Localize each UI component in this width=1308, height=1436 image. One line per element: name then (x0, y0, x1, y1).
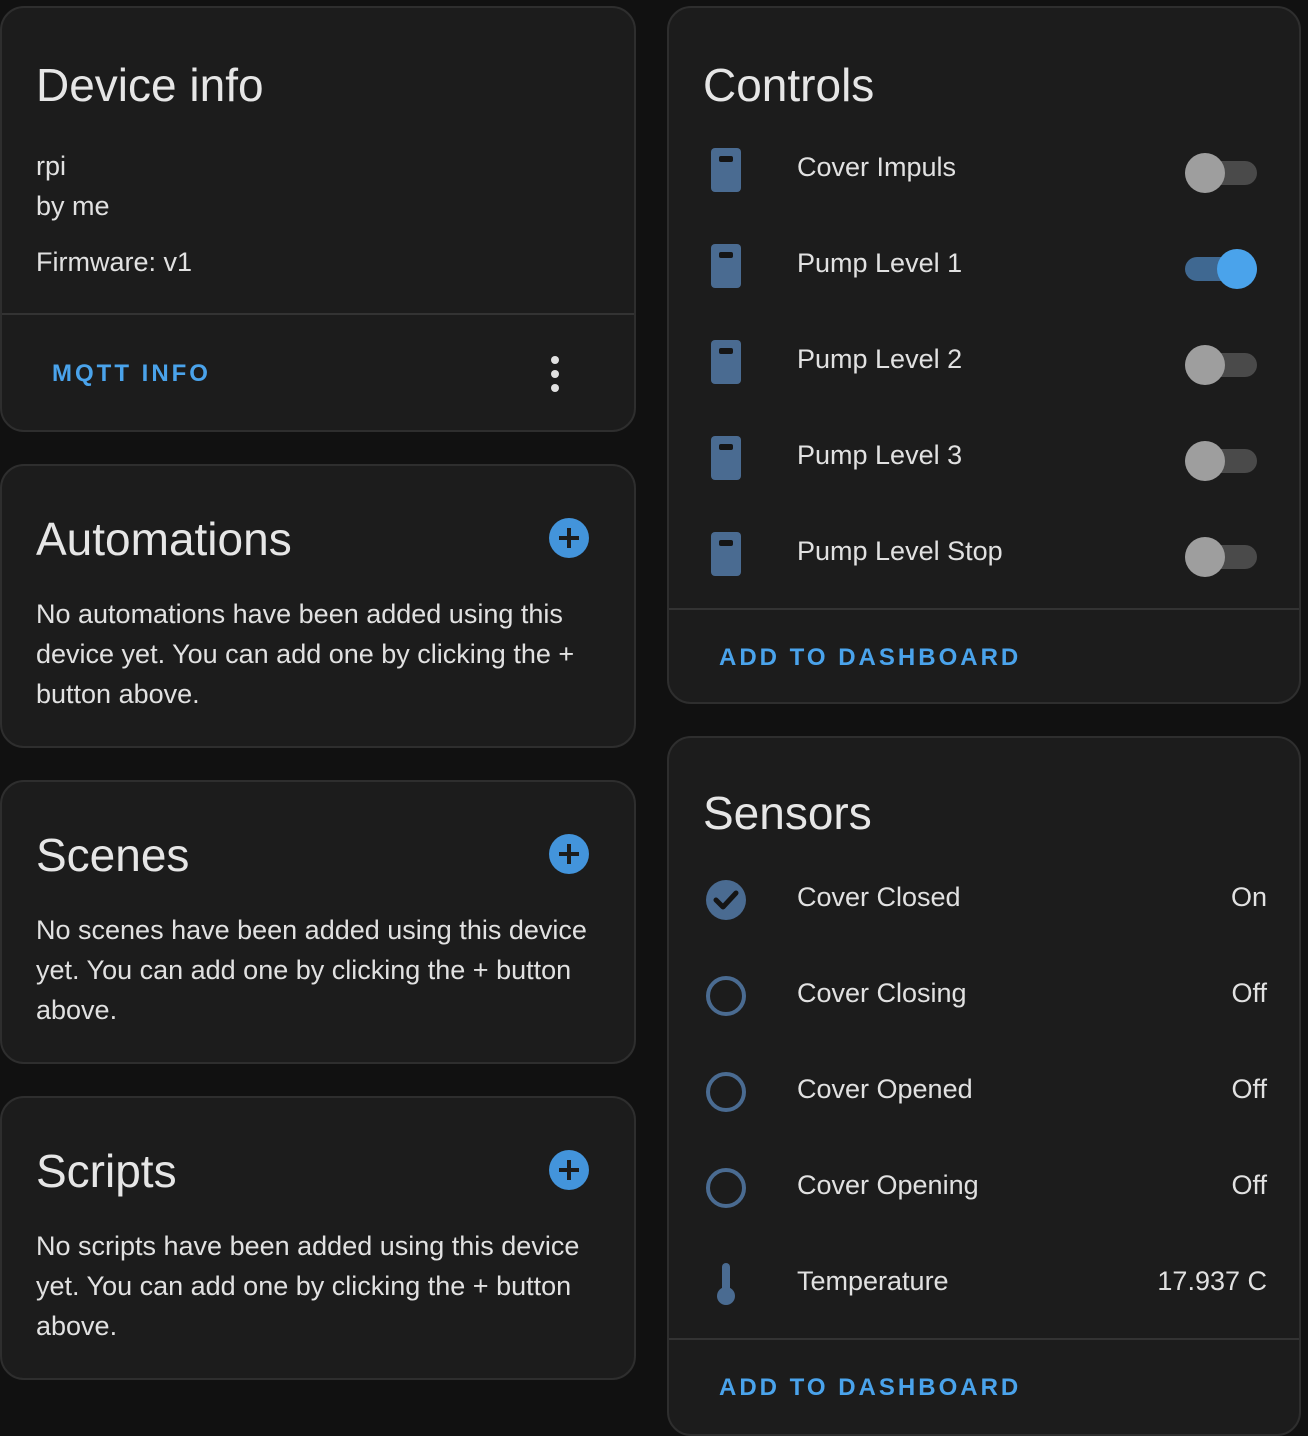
device-info-card: Device info rpi by me Firmware: v1 MQTT … (0, 6, 636, 432)
switch-icon (705, 340, 747, 384)
control-label: Pump Level 1 (797, 248, 963, 278)
add-scene-button[interactable] (549, 834, 589, 874)
check-circle-icon (705, 878, 747, 922)
pump-level-stop-toggle[interactable] (1185, 536, 1257, 577)
device-info-title: Device info (36, 59, 264, 111)
sensors-title: Sensors (703, 787, 872, 839)
scenes-card: Scenes No scenes have been added using t… (0, 780, 636, 1064)
sensor-value: Off (1231, 1074, 1267, 1104)
control-label: Pump Level Stop (797, 536, 1003, 566)
circle-outline-icon (705, 1166, 747, 1210)
scenes-empty-text: No scenes have been added using this dev… (36, 915, 587, 1025)
control-row-cover-impuls[interactable]: Cover Impuls (669, 122, 1299, 218)
control-label: Pump Level 3 (797, 440, 963, 470)
automations-empty-text: No automations have been added using thi… (36, 599, 575, 709)
divider (669, 608, 1299, 610)
control-row-pump-level-stop[interactable]: Pump Level Stop (669, 506, 1299, 602)
control-label: Cover Impuls (797, 152, 957, 182)
control-label: Pump Level 2 (797, 344, 963, 374)
pump-level-3-toggle[interactable] (1185, 440, 1257, 481)
divider (2, 313, 634, 315)
sensor-row-cover-closing[interactable]: Cover Closing Off (669, 948, 1299, 1044)
sensor-label: Cover Opened (797, 1074, 973, 1104)
device-model: rpi (36, 151, 67, 181)
sensor-row-temperature[interactable]: Temperature 17.937 C (669, 1236, 1299, 1332)
automations-card: Automations No automations have been add… (0, 464, 636, 748)
switch-icon (705, 532, 747, 576)
divider (669, 1338, 1299, 1340)
sensor-value: 17.937 C (1157, 1266, 1267, 1296)
thermometer-icon (705, 1262, 747, 1306)
sensor-row-cover-opening[interactable]: Cover Opening Off (669, 1140, 1299, 1236)
sensor-value: Off (1231, 978, 1267, 1008)
cover-impuls-toggle[interactable] (1185, 152, 1257, 193)
control-row-pump-level-2[interactable]: Pump Level 2 (669, 314, 1299, 410)
control-row-pump-level-3[interactable]: Pump Level 3 (669, 410, 1299, 506)
circle-outline-icon (705, 974, 747, 1018)
sensor-row-cover-closed[interactable]: Cover Closed On (669, 852, 1299, 948)
switch-icon (705, 148, 747, 192)
circle-outline-icon (705, 1070, 747, 1114)
sensor-label: Cover Closing (797, 978, 967, 1008)
scripts-card: Scripts No scripts have been added using… (0, 1096, 636, 1380)
more-options-icon[interactable] (543, 354, 567, 394)
sensor-label: Cover Closed (797, 882, 961, 912)
controls-card: Controls Cover Impuls Pump Level 1 Pump … (667, 6, 1301, 704)
control-row-pump-level-1[interactable]: Pump Level 1 (669, 218, 1299, 314)
scenes-title: Scenes (36, 829, 190, 881)
sensor-label: Cover Opening (797, 1170, 979, 1200)
pump-level-1-toggle[interactable] (1185, 248, 1257, 289)
pump-level-2-toggle[interactable] (1185, 344, 1257, 385)
sensor-row-cover-opened[interactable]: Cover Opened Off (669, 1044, 1299, 1140)
controls-title: Controls (703, 59, 875, 111)
sensor-value: Off (1231, 1170, 1267, 1200)
automations-title: Automations (36, 513, 292, 565)
mqtt-info-button[interactable]: MQTT INFO (52, 360, 211, 388)
sensor-label: Temperature (797, 1266, 949, 1296)
sensors-add-to-dashboard-button[interactable]: ADD TO DASHBOARD (719, 1374, 1021, 1402)
device-firmware: Firmware: v1 (36, 247, 193, 277)
add-script-button[interactable] (549, 1150, 589, 1190)
add-automation-button[interactable] (549, 518, 589, 558)
scripts-title: Scripts (36, 1145, 177, 1197)
switch-icon (705, 436, 747, 480)
device-manufacturer: by me (36, 191, 110, 221)
sensors-card: Sensors Cover Closed On Cover Closing Of… (667, 736, 1301, 1436)
controls-add-to-dashboard-button[interactable]: ADD TO DASHBOARD (719, 644, 1021, 672)
switch-icon (705, 244, 747, 288)
scripts-empty-text: No scripts have been added using this de… (36, 1231, 580, 1341)
sensor-value: On (1230, 882, 1267, 912)
